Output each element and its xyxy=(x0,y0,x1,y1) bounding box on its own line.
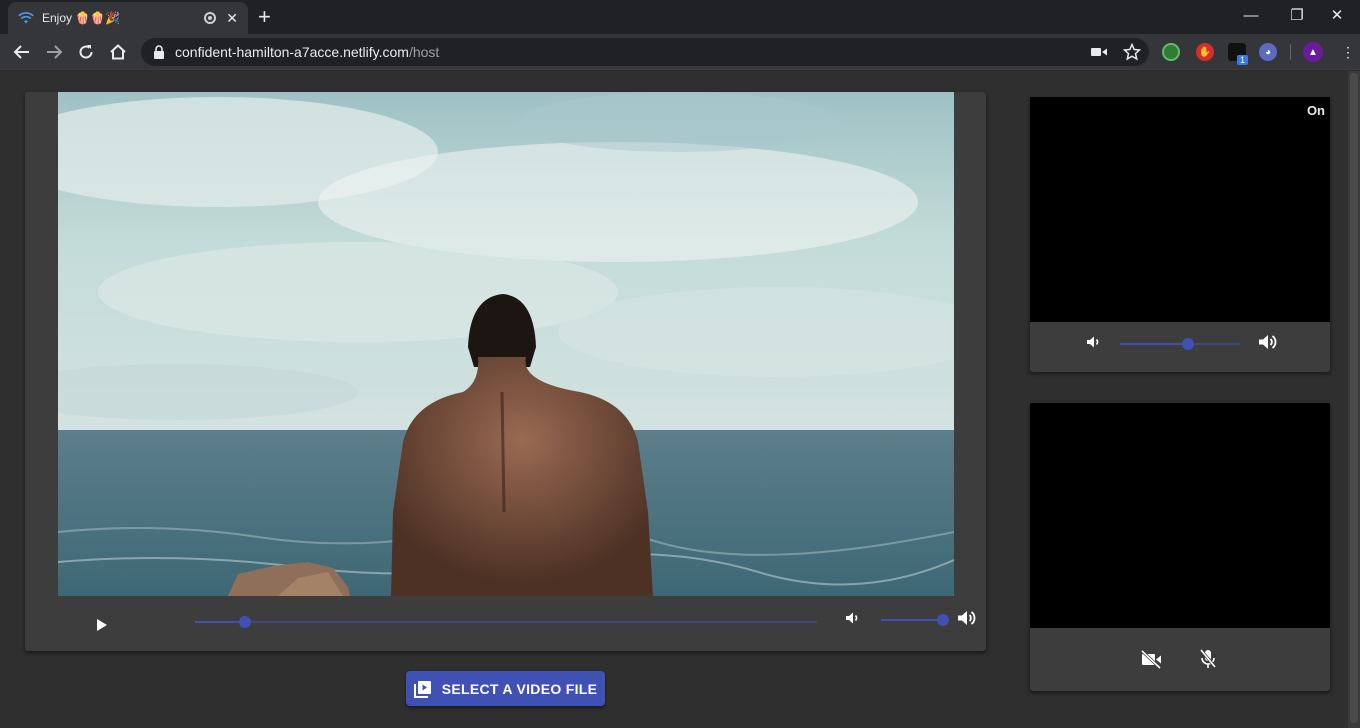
browser-menu-icon[interactable]: ⋮ xyxy=(1341,44,1355,60)
url-text: confident-hamilton-a7acce.netlify.com/ho… xyxy=(175,44,440,60)
player-controls xyxy=(25,596,986,651)
extension-badge: 1 xyxy=(1237,55,1249,65)
page-scrollbar[interactable] xyxy=(1348,71,1360,728)
tab-recording-icon xyxy=(204,12,217,24)
seek-slider[interactable] xyxy=(195,616,817,628)
home-icon xyxy=(110,44,126,60)
browser-titlebar: Enjoy 🍿🍿🎉 ✕ + — ❐ ✕ xyxy=(0,0,1360,34)
reload-icon xyxy=(79,45,93,59)
extension-target-icon[interactable] xyxy=(1162,43,1180,61)
camera-in-use-icon[interactable] xyxy=(1091,46,1107,58)
extension-stop-hand-icon[interactable]: ✋ xyxy=(1196,43,1214,61)
seek-track xyxy=(195,621,817,623)
remote-status-label: On xyxy=(1306,103,1325,118)
volume-thumb[interactable] xyxy=(937,614,949,626)
lock-icon xyxy=(154,45,164,59)
browser-tab[interactable]: Enjoy 🍿🍿🎉 ✕ xyxy=(8,2,248,34)
play-icon xyxy=(97,619,107,631)
select-video-button[interactable]: SELECT A VIDEO FILE xyxy=(406,671,605,706)
extension-spy-icon[interactable]: ◕ xyxy=(1259,43,1277,61)
tab-close-icon[interactable]: ✕ xyxy=(226,10,238,27)
remote-volume-slider[interactable] xyxy=(1120,338,1240,350)
arrow-left-icon xyxy=(13,45,29,59)
toolbar-divider xyxy=(1290,44,1291,60)
local-video-feed xyxy=(1030,403,1330,628)
arrow-right-icon xyxy=(47,45,63,59)
volume-high-icon[interactable] xyxy=(955,607,977,629)
browser-toolbar: confident-hamilton-a7acce.netlify.com/ho… xyxy=(0,34,1360,70)
tab-title: Enjoy 🍿🍿🎉 xyxy=(42,11,121,25)
remote-video-feed xyxy=(1030,97,1330,322)
volume-fill xyxy=(881,619,943,621)
video-frame-image xyxy=(58,92,954,596)
remote-volume-high-icon[interactable] xyxy=(1256,331,1278,353)
bookmark-star-icon[interactable] xyxy=(1123,43,1141,61)
back-button[interactable] xyxy=(8,38,36,66)
volume-low-icon[interactable] xyxy=(843,609,861,627)
home-button[interactable] xyxy=(104,38,132,66)
volume-slider[interactable] xyxy=(881,614,949,626)
reload-button[interactable] xyxy=(72,38,100,66)
wifi-icon xyxy=(18,11,34,25)
new-tab-button[interactable]: + xyxy=(258,4,271,30)
video-library-icon xyxy=(413,680,431,698)
address-bar[interactable]: confident-hamilton-a7acce.netlify.com/ho… xyxy=(141,38,1149,66)
local-camera-panel xyxy=(1030,403,1330,691)
microphone-off-icon[interactable] xyxy=(1198,648,1218,670)
minimize-button[interactable]: — xyxy=(1228,0,1274,30)
remote-volume-low-icon[interactable] xyxy=(1084,333,1102,351)
play-button[interactable] xyxy=(93,616,109,634)
camera-off-icon[interactable] xyxy=(1140,649,1162,669)
remote-volume-fill xyxy=(1120,343,1189,345)
video-display[interactable] xyxy=(58,92,954,596)
video-player xyxy=(25,92,986,651)
remote-volume-thumb[interactable] xyxy=(1182,338,1195,350)
select-video-label: SELECT A VIDEO FILE xyxy=(441,680,598,697)
close-window-button[interactable]: ✕ xyxy=(1314,0,1360,30)
seek-progress xyxy=(195,621,245,623)
forward-button[interactable] xyxy=(40,38,68,66)
seek-thumb[interactable] xyxy=(238,616,251,628)
remote-camera-panel: On xyxy=(1030,97,1330,372)
profile-avatar[interactable]: ▲ xyxy=(1303,42,1323,62)
scrollbar-thumb[interactable] xyxy=(1350,73,1358,723)
page-content: SELECT A VIDEO FILE On xyxy=(0,71,1360,728)
